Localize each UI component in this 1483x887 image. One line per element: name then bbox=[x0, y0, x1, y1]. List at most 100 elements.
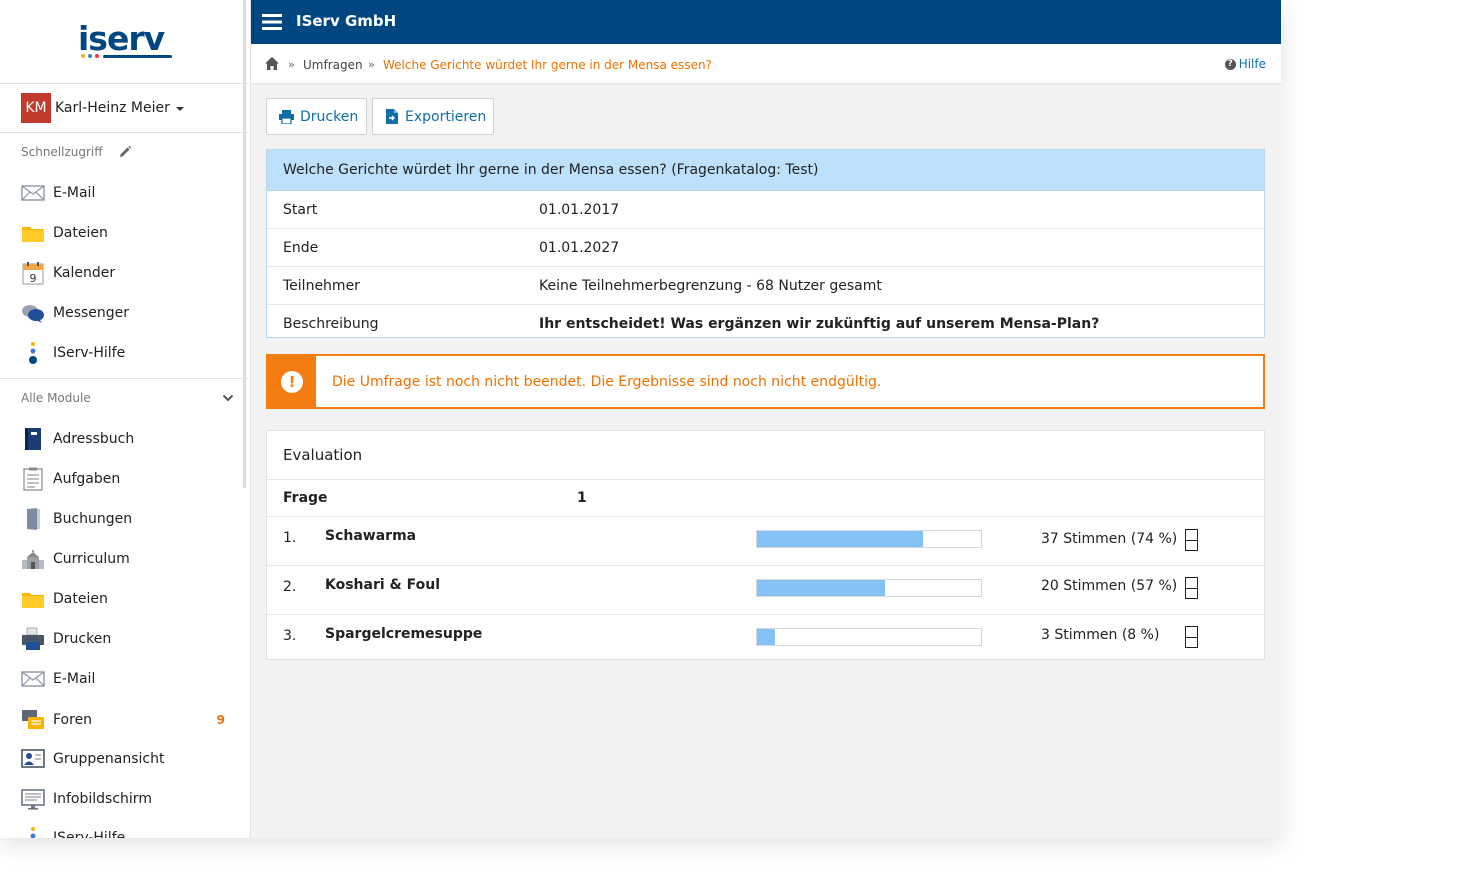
vote-count: 37 Stimmen (74 %) bbox=[1041, 531, 1178, 547]
user-menu[interactable]: KM Karl-Heinz Meier bbox=[21, 93, 184, 123]
module-item-infobildschirm[interactable]: Infobildschirm bbox=[21, 787, 231, 811]
warning-alert: ! Die Umfrage ist noch nicht beendet. Di… bbox=[266, 354, 1265, 409]
vote-bar-fill bbox=[757, 531, 923, 547]
breadcrumb-separator: » bbox=[288, 58, 295, 71]
vote-bar bbox=[756, 628, 982, 646]
answer-label: Koshari & Foul bbox=[325, 577, 441, 593]
svg-text:9: 9 bbox=[30, 272, 37, 285]
survey-info-panel: Welche Gerichte würdet Ihr gerne in der … bbox=[266, 149, 1265, 338]
module-item-curriculum[interactable]: Curriculum bbox=[21, 547, 231, 571]
breadcrumb-current: Welche Gerichte würdet Ihr gerne in der … bbox=[383, 58, 712, 72]
module-item-buchungen[interactable]: Buchungen bbox=[21, 507, 231, 531]
top-bar: IServ GmbH bbox=[251, 0, 1281, 44]
answer-checkbox[interactable] bbox=[1185, 577, 1198, 599]
nav-label: E-Mail bbox=[53, 185, 96, 201]
info-row-participants: Teilnehmer Keine Teilnehmerbegrenzung - … bbox=[267, 267, 1264, 305]
nav-label: E-Mail bbox=[53, 671, 96, 687]
info-row-start: Start 01.01.2017 bbox=[267, 191, 1264, 229]
question-icon: ? bbox=[1224, 58, 1236, 70]
print-label: Drucken bbox=[300, 108, 359, 125]
svg-text:iserv: iserv bbox=[78, 22, 166, 58]
module-item-adressbuch[interactable]: Adressbuch bbox=[21, 427, 231, 451]
forum-icon bbox=[22, 710, 44, 729]
quick-item-help[interactable]: IServ-Hilfe bbox=[21, 341, 231, 365]
survey-heading: Welche Gerichte würdet Ihr gerne in der … bbox=[267, 150, 1264, 191]
info-row-description: Beschreibung Ihr entscheidet! Was ergänz… bbox=[267, 305, 1264, 342]
sidebar-scrollbar[interactable] bbox=[243, 0, 246, 488]
info-value: 01.01.2027 bbox=[539, 239, 620, 256]
vote-count: 20 Stimmen (57 %) bbox=[1041, 578, 1178, 594]
answer-label: Spargelcremesuppe bbox=[325, 626, 483, 642]
chevron-down-icon[interactable] bbox=[222, 392, 234, 404]
export-button[interactable]: Exportieren bbox=[372, 98, 494, 135]
nav-label: Messenger bbox=[53, 305, 130, 321]
answer-number: 2. bbox=[283, 579, 297, 595]
info-value: Ihr entscheidet! Was ergänzen wir zukünf… bbox=[539, 315, 1100, 332]
answer-checkbox[interactable] bbox=[1185, 529, 1198, 551]
nav-label: Curriculum bbox=[53, 551, 130, 567]
exclamation-icon: ! bbox=[281, 370, 303, 393]
calendar-icon: 9 bbox=[22, 262, 44, 285]
nav-label: Kalender bbox=[53, 265, 116, 281]
answer-row: 1. Schawarma 37 Stimmen (74 %) bbox=[267, 517, 1264, 566]
evaluation-header-row: Frage 1 bbox=[267, 480, 1264, 517]
breadcrumb-umfragen[interactable]: Umfragen bbox=[303, 58, 363, 72]
divider bbox=[0, 83, 248, 84]
hamburger-menu-icon[interactable] bbox=[262, 14, 282, 30]
question-number: 1 bbox=[577, 490, 587, 506]
module-item-foren[interactable]: Foren 9 bbox=[21, 708, 231, 732]
alert-text: Die Umfrage ist noch nicht beendet. Die … bbox=[332, 373, 882, 390]
divider bbox=[0, 378, 248, 379]
all-modules-label: Alle Module bbox=[21, 391, 91, 405]
unread-count-badge: 9 bbox=[216, 713, 225, 727]
nav-label: Aufgaben bbox=[53, 471, 121, 487]
module-item-drucken[interactable]: Drucken bbox=[21, 627, 231, 651]
home-icon[interactable] bbox=[265, 57, 279, 70]
export-file-icon bbox=[386, 109, 398, 124]
vote-bar-fill bbox=[757, 580, 885, 596]
pencil-icon[interactable] bbox=[118, 145, 132, 159]
messenger-icon bbox=[22, 305, 44, 323]
info-value: Keine Teilnehmerbegrenzung - 68 Nutzer g… bbox=[539, 277, 882, 294]
help-link[interactable]: ? Hilfe bbox=[1224, 57, 1266, 71]
mail-icon bbox=[21, 185, 45, 201]
address-book-icon bbox=[25, 428, 41, 450]
module-item-gruppenansicht[interactable]: Gruppenansicht bbox=[21, 747, 231, 771]
school-icon bbox=[22, 549, 44, 569]
quick-item-calendar[interactable]: 9 Kalender bbox=[21, 261, 231, 285]
quick-item-messenger[interactable]: Messenger bbox=[21, 301, 231, 325]
answer-number: 3. bbox=[283, 628, 297, 644]
nav-label: Dateien bbox=[53, 225, 108, 241]
module-item-dateien[interactable]: Dateien bbox=[21, 587, 231, 611]
module-item-email[interactable]: E-Mail bbox=[21, 667, 231, 691]
question-label: Frage bbox=[283, 490, 328, 506]
info-screen-icon bbox=[21, 789, 45, 810]
evaluation-panel: Evaluation Frage 1 1. Schawarma 37 Stimm… bbox=[266, 430, 1265, 660]
nav-label: Infobildschirm bbox=[53, 791, 152, 807]
app-window: iserv KM Karl-Heinz Meier Schnellzugriff… bbox=[0, 0, 1281, 838]
divider bbox=[0, 132, 248, 133]
print-button[interactable]: Drucken bbox=[266, 98, 367, 135]
printer-icon bbox=[279, 109, 294, 124]
module-item-iserv-hilfe[interactable]: IServ-Hilfe bbox=[21, 826, 231, 838]
quick-item-files[interactable]: Dateien bbox=[21, 221, 231, 245]
alert-icon-area: ! bbox=[268, 356, 316, 407]
nav-label: Buchungen bbox=[53, 511, 133, 527]
tasks-icon bbox=[23, 467, 43, 491]
module-item-aufgaben[interactable]: Aufgaben bbox=[21, 467, 231, 491]
vote-bar-fill bbox=[757, 629, 775, 645]
printer-icon bbox=[22, 627, 44, 650]
help-label: Hilfe bbox=[1238, 57, 1266, 71]
answer-checkbox[interactable] bbox=[1185, 626, 1198, 648]
vote-count: 3 Stimmen (8 %) bbox=[1041, 627, 1160, 643]
user-name: Karl-Heinz Meier bbox=[55, 100, 170, 116]
iserv-logo[interactable]: iserv bbox=[78, 22, 174, 62]
info-value: 01.01.2017 bbox=[539, 201, 620, 218]
quick-item-email[interactable]: E-Mail bbox=[21, 181, 231, 205]
info-key: Teilnehmer bbox=[283, 277, 360, 294]
nav-label: IServ-Hilfe bbox=[53, 830, 126, 838]
quick-access-label: Schnellzugriff bbox=[21, 145, 103, 159]
nav-label: Gruppenansicht bbox=[53, 751, 165, 767]
answer-label: Schawarma bbox=[325, 528, 417, 544]
folder-icon bbox=[22, 593, 44, 608]
